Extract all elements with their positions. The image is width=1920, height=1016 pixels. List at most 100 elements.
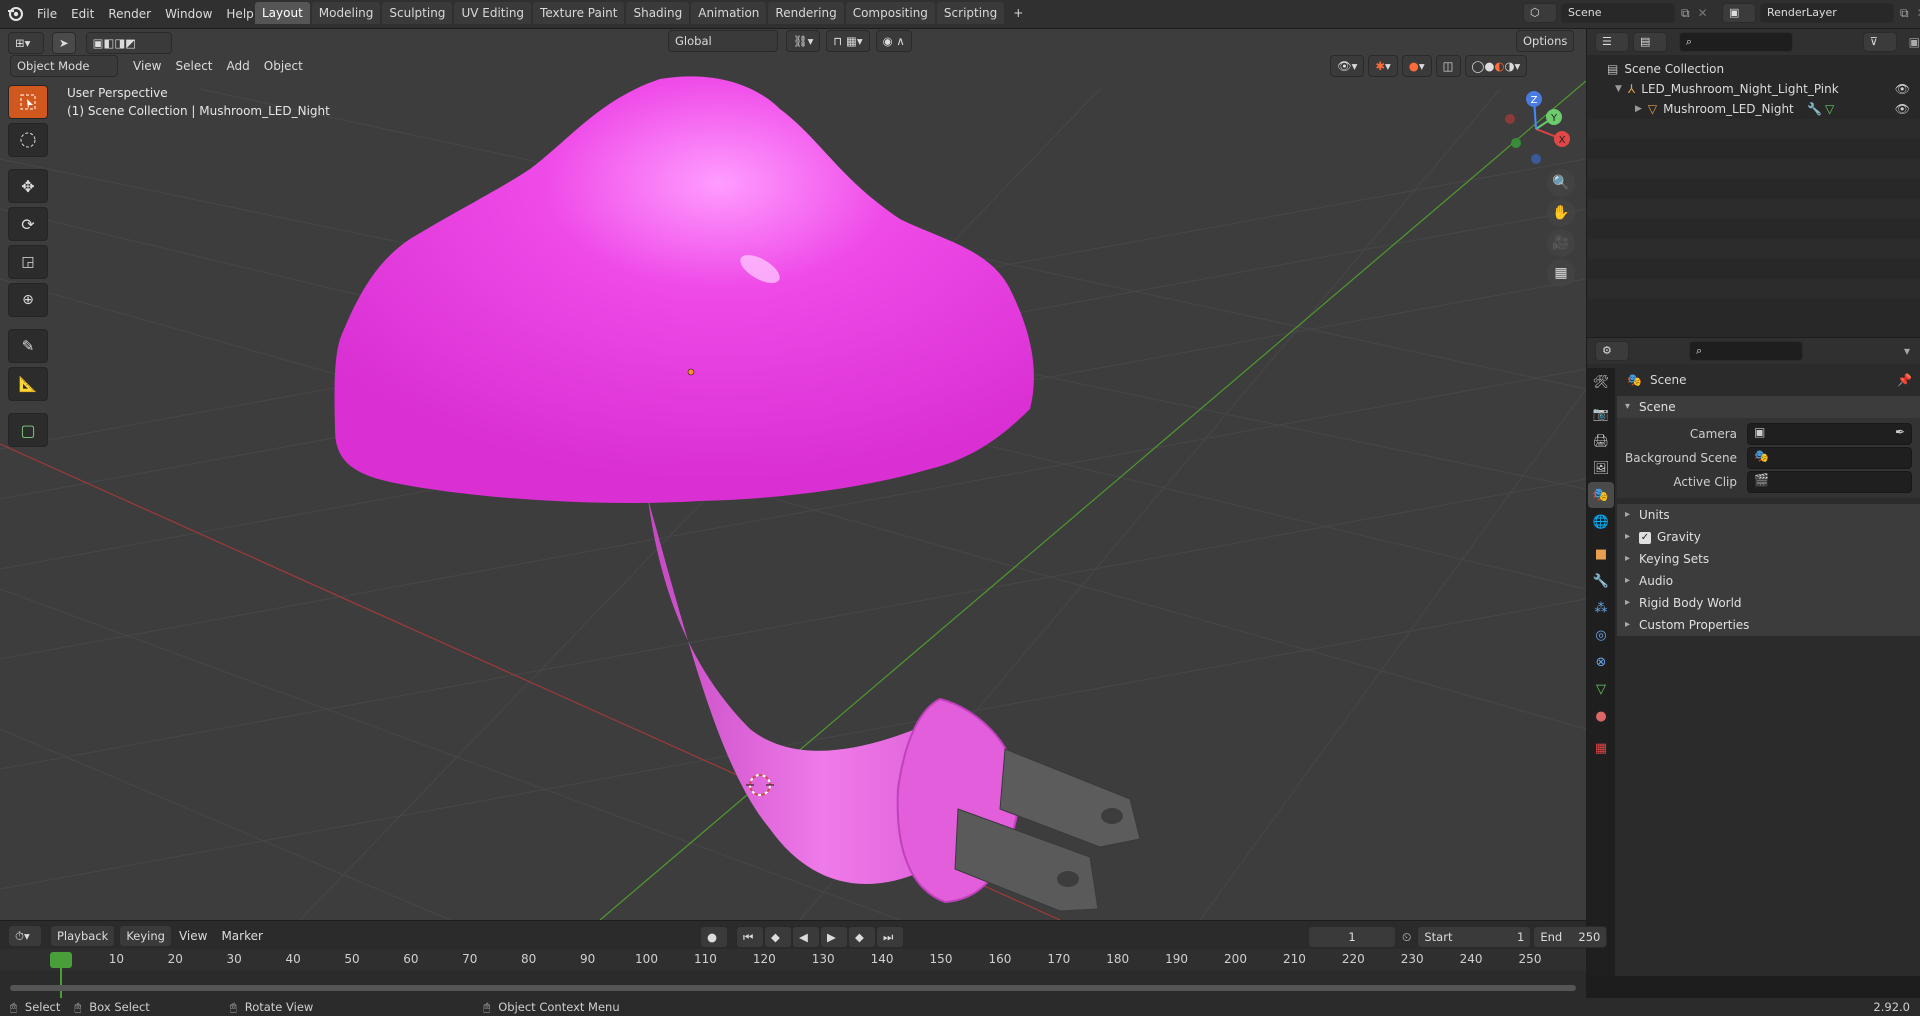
pin-icon[interactable]: 📌 — [1897, 373, 1912, 387]
current-frame-field[interactable]: 1 — [1308, 926, 1396, 948]
menu-edit[interactable]: Edit — [64, 2, 101, 26]
shading-modes-icons[interactable]: ◯●◐◑▾ — [1464, 55, 1528, 77]
3d-viewport[interactable]: ⊞▾ ➤ ▣◧◨◩ Object Mode View Select Add Ob… — [0, 29, 1586, 920]
camera-field[interactable]: ▣ ✒ — [1747, 423, 1912, 445]
viewport-menu-add[interactable]: Add — [220, 56, 257, 76]
tab-layout[interactable]: Layout — [255, 2, 310, 24]
object-tab-icon[interactable]: ■ — [1588, 541, 1614, 567]
viewport-menu-object[interactable]: Object — [257, 56, 310, 76]
delete-view-layer-icon[interactable]: ✕ — [1917, 6, 1920, 20]
physics-tab-icon[interactable]: ◎ — [1588, 622, 1614, 648]
modifier-wrench-icon[interactable]: 🔧 — [1807, 102, 1822, 116]
add-workspace-button[interactable]: + — [1006, 2, 1030, 24]
keying-dropdown[interactable]: Keying — [119, 925, 172, 947]
playhead[interactable] — [50, 952, 72, 968]
timeline-editor-type-icon[interactable]: ⏱▾ — [8, 925, 42, 947]
view-layer-browse-icon[interactable]: ▣ — [1722, 3, 1756, 23]
outliner-row-scene-collection[interactable]: ▤ Scene Collection — [1587, 59, 1920, 79]
gravity-checkbox[interactable]: ✓ — [1639, 531, 1651, 544]
view-layer-name-field[interactable]: RenderLayer — [1760, 3, 1894, 23]
constraints-tab-icon[interactable]: ⊗ — [1588, 649, 1614, 675]
scale-tool[interactable]: ◲ — [8, 245, 48, 279]
panel-keying-sets[interactable]: Keying Sets — [1617, 548, 1920, 570]
editor-type-icon[interactable]: ⊞▾ — [8, 32, 44, 54]
menu-window[interactable]: Window — [158, 2, 219, 26]
move-tool[interactable]: ✥ — [8, 169, 48, 203]
outliner-display-mode-icon[interactable]: ▤ — [1632, 32, 1667, 52]
view-layer-selector[interactable]: ▣ RenderLayer ⧉ ✕ — [1722, 3, 1920, 23]
tab-scripting[interactable]: Scripting — [936, 2, 1005, 24]
tab-compositing[interactable]: Compositing — [845, 2, 935, 24]
panel-custom-properties[interactable]: Custom Properties — [1617, 614, 1920, 636]
viewport-menu-select[interactable]: Select — [168, 56, 219, 76]
outliner-row-object[interactable]: ▶ ▽ Mushroom_LED_Night 🔧 ▽ 👁 — [1587, 99, 1920, 119]
preview-range-icon[interactable]: ⏲ — [1402, 930, 1411, 945]
properties-search-input[interactable]: ⌕ — [1689, 341, 1803, 361]
scene-browse-icon[interactable]: ⬡ — [1523, 3, 1557, 23]
tab-sculpting[interactable]: Sculpting — [382, 2, 453, 24]
panel-units[interactable]: Units — [1617, 504, 1920, 526]
pivot-point-icon[interactable]: ⛓▾ — [786, 30, 821, 52]
delete-scene-icon[interactable]: ✕ — [1698, 6, 1708, 20]
active-clip-field[interactable]: 🎬 — [1747, 471, 1912, 493]
pan-hand-icon[interactable]: ✋ — [1547, 199, 1575, 227]
material-tab-icon[interactable]: ● — [1588, 703, 1614, 729]
outliner-search-input[interactable]: ⌕ — [1678, 32, 1793, 52]
particles-tab-icon[interactable]: ⁂ — [1588, 595, 1614, 621]
camera-view-icon[interactable]: 🎥 — [1547, 229, 1575, 257]
tab-shading[interactable]: Shading — [626, 2, 690, 24]
navigation-gizmo[interactable]: X Y Z — [1496, 89, 1576, 169]
outliner-filter-icon[interactable]: ⊽ — [1862, 32, 1897, 52]
expand-arrow-icon[interactable]: ▼ — [1615, 84, 1622, 94]
jump-end-icon[interactable]: ⏭ — [876, 926, 904, 948]
cursor-tool[interactable] — [8, 123, 48, 157]
start-frame-field[interactable]: Start 1 — [1417, 926, 1532, 948]
scene-name-field[interactable]: Scene — [1561, 3, 1675, 23]
jump-start-icon[interactable]: ⏮ — [736, 926, 764, 948]
playback-dropdown[interactable]: Playback — [50, 925, 116, 947]
outliner-row-collection[interactable]: ▼ ⅄ LED_Mushroom_Night_Light_Pink 👁 — [1587, 79, 1920, 99]
blender-logo-icon[interactable] — [6, 4, 24, 22]
texture-tab-icon[interactable]: ▦ — [1588, 735, 1614, 761]
properties-options-icon[interactable]: ▾ — [1904, 344, 1910, 358]
tab-modeling[interactable]: Modeling — [311, 2, 381, 24]
timeline-ruler[interactable]: 1102030405060708090100110120130140150160… — [0, 949, 1586, 971]
play-reverse-icon[interactable]: ◀ — [792, 926, 820, 948]
tool-tab-icon[interactable]: 🛠 — [1588, 369, 1614, 395]
snap-icon[interactable]: ⊓ ▦▾ — [826, 30, 870, 52]
menu-render[interactable]: Render — [101, 2, 158, 26]
perspective-toggle-icon[interactable]: ▦ — [1547, 259, 1575, 287]
transform-orientation-dropdown[interactable]: Global — [668, 30, 778, 52]
tab-rendering[interactable]: Rendering — [768, 2, 844, 24]
timeline-menu-marker[interactable]: Marker — [214, 926, 269, 946]
zoom-icon[interactable]: 🔍 — [1547, 169, 1575, 197]
annotate-tool[interactable]: ✎ — [8, 329, 48, 363]
expand-arrow-icon[interactable]: ▶ — [1635, 104, 1642, 114]
selection-mode-arrow-icon[interactable]: ➤ — [52, 32, 76, 54]
mode-dropdown[interactable]: Object Mode — [10, 55, 118, 77]
world-tab-icon[interactable]: 🌐 — [1588, 509, 1614, 535]
record-icon[interactable]: ● — [700, 926, 728, 948]
transform-tool[interactable]: ⊕ — [8, 283, 48, 317]
scene-tab-icon[interactable]: 🎭 — [1588, 482, 1614, 508]
output-tab-icon[interactable]: 🖨 — [1588, 428, 1614, 454]
scene-selector[interactable]: ⬡ Scene ⧉ ✕ — [1523, 3, 1708, 23]
properties-editor-type-icon[interactable]: ⚙ — [1595, 341, 1629, 361]
measure-tool[interactable]: 📐 — [8, 367, 48, 401]
tab-animation[interactable]: Animation — [691, 2, 767, 24]
new-scene-icon[interactable]: ⧉ — [1681, 6, 1690, 21]
overlay-toggle-icon[interactable]: ●▾ — [1401, 55, 1432, 77]
mesh-data-icon[interactable]: ▽ — [1825, 102, 1834, 116]
timeline-scrollbar[interactable] — [10, 985, 1576, 991]
new-collection-icon[interactable]: ▣ — [1909, 35, 1920, 49]
next-keyframe-icon[interactable]: ◆ — [848, 926, 876, 948]
select-mode-icons[interactable]: ▣◧◨◩ — [85, 32, 172, 54]
rotate-tool[interactable]: ⟳ — [8, 207, 48, 241]
end-frame-field[interactable]: End 250 — [1533, 926, 1608, 948]
visibility-icon[interactable]: 👁▾ — [1330, 55, 1365, 77]
new-view-layer-icon[interactable]: ⧉ — [1900, 6, 1909, 21]
panel-gravity[interactable]: ✓ Gravity — [1617, 526, 1920, 548]
view-layer-tab-icon[interactable]: 🖼 — [1588, 455, 1614, 481]
timeline-menu-view[interactable]: View — [172, 926, 214, 946]
visibility-eye-icon[interactable]: 👁 — [1895, 82, 1910, 96]
